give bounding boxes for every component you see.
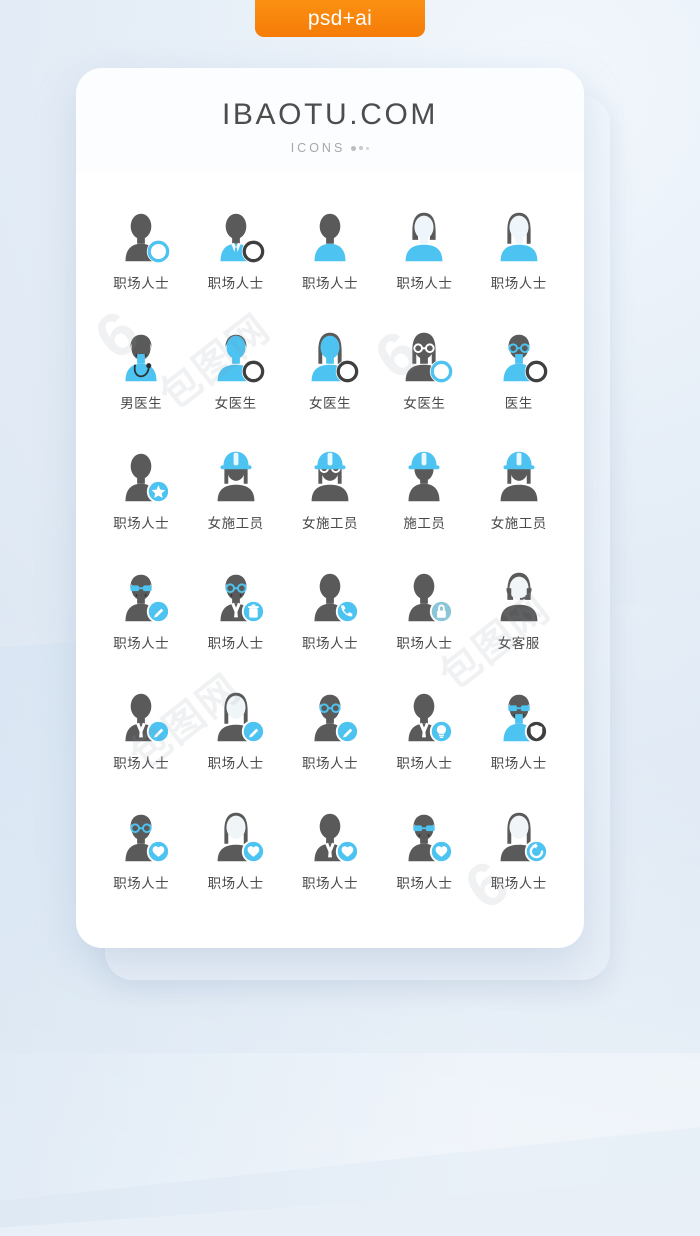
worker-female-helmet-long-icon [500, 451, 538, 502]
card-subtitle-label: ICONS [290, 141, 346, 155]
person-suit-bulb-badge-icon [408, 693, 454, 744]
icon-label: 职场人士 [396, 636, 453, 652]
icon-label: 女施工员 [490, 516, 547, 532]
icon-cell[interactable]: 职场人士 [94, 565, 188, 667]
format-badge: psd+ai [255, 0, 425, 37]
icon-label: 职场人士 [207, 756, 264, 772]
icon-cell[interactable]: 职场人士 [472, 805, 566, 907]
worker-male-helmet-icon [408, 451, 440, 502]
person-glasses-heart-badge-icon [125, 814, 171, 864]
person-male-circle-badge-icon [125, 213, 171, 264]
icon-label: 职场人士 [396, 756, 453, 772]
icon-label: 职场人士 [113, 276, 170, 292]
icon-label: 职场人士 [490, 756, 547, 772]
icon-cell[interactable]: 职场人士 [283, 685, 377, 787]
person-suit-heart-badge-icon [314, 813, 360, 864]
support-agent-headset-icon [500, 572, 538, 622]
icon-cell[interactable]: 医生 [472, 325, 566, 427]
icon-cell[interactable]: 职场人士 [94, 205, 188, 307]
icon-cell[interactable]: 女客服 [472, 565, 566, 667]
card-header: IBAOTU.COM ICONS [76, 68, 584, 171]
icon-cell[interactable]: 职场人士 [94, 805, 188, 907]
person-suit-pencil-badge-icon [125, 693, 171, 744]
icon-cell[interactable]: 施工员 [377, 445, 471, 547]
icon-label: 职场人士 [301, 276, 358, 292]
icon-label: 职场人士 [207, 876, 264, 892]
icon-cell[interactable]: 职场人士 [188, 685, 282, 787]
person-mustache-shield-badge-icon [503, 694, 548, 744]
icon-cell[interactable]: 职场人士 [377, 205, 471, 307]
icon-cell[interactable]: 女施工员 [188, 445, 282, 547]
person-phone-badge-icon [314, 573, 360, 624]
icon-label: 职场人士 [207, 276, 264, 292]
icon-cell[interactable]: 职场人士 [283, 205, 377, 307]
icon-cell[interactable]: 职场人士 [472, 205, 566, 307]
person-suit-circle-badge-icon [220, 213, 265, 264]
icon-label: 职场人士 [207, 636, 264, 652]
icon-label: 男医生 [120, 396, 163, 412]
person-female-pencil-badge-icon [217, 692, 265, 744]
icon-label: 职场人士 [301, 876, 358, 892]
icon-label: 女医生 [214, 396, 257, 412]
icon-label: 施工员 [403, 516, 446, 532]
icon-cell[interactable]: 女施工员 [283, 445, 377, 547]
doctor-female-glasses-badge-icon [405, 332, 454, 384]
icon-label: 职场人士 [490, 276, 547, 292]
icon-label: 女医生 [403, 396, 446, 412]
icon-cell[interactable]: 职场人士 [188, 565, 282, 667]
icon-label: 女施工员 [207, 516, 264, 532]
icon-label: 女施工员 [301, 516, 358, 532]
icon-cell[interactable]: 女医生 [188, 325, 282, 427]
icon-cell[interactable]: 职场人士 [94, 445, 188, 547]
worker-female-helmet-icon [217, 451, 254, 502]
icon-cell[interactable]: 男医生 [94, 325, 188, 427]
icon-cell[interactable]: 职场人士 [283, 805, 377, 907]
icon-label: 职场人士 [396, 876, 453, 892]
icon-cell[interactable]: 职场人士 [94, 685, 188, 787]
icon-cell[interactable]: 职场人士 [283, 565, 377, 667]
card-subtitle: ICONS [291, 141, 370, 155]
person-glasses-pencil-badge-icon [314, 694, 360, 744]
icon-cell[interactable]: 职场人士 [188, 205, 282, 307]
icon-cell[interactable]: 职场人士 [377, 685, 471, 787]
person-female-refresh-badge-icon [500, 812, 548, 864]
person-female-heart-badge-icon [217, 812, 265, 864]
person-glasses-trash-badge-icon [220, 574, 265, 624]
person-female-longhair-icon [500, 212, 538, 262]
person-lock-badge-icon [408, 573, 454, 624]
doctor-female-circle-badge-icon [217, 334, 265, 384]
icon-cell[interactable]: 女医生 [283, 325, 377, 427]
doctor-male-stethoscope-icon [125, 334, 157, 382]
icon-set-card: IBAOTU.COM ICONS 职场人士 职场人士 职场人士 职场人士 职场人士… [76, 68, 584, 948]
icon-label: 职场人士 [113, 636, 170, 652]
person-sunglasses-pencil-badge-icon [125, 574, 171, 624]
person-star-badge-icon [125, 453, 171, 504]
icon-cell[interactable]: 职场人士 [472, 685, 566, 787]
worker-female-helmet-glasses-icon [311, 451, 349, 502]
icon-label: 职场人士 [396, 276, 453, 292]
doctor-glasses-circle-badge-icon [503, 334, 548, 384]
icon-cell[interactable]: 职场人士 [188, 805, 282, 907]
page-title: IBAOTU.COM [221, 98, 438, 131]
icon-cell[interactable]: 职场人士 [377, 805, 471, 907]
icon-label: 职场人士 [490, 876, 547, 892]
icon-label: 职场人士 [113, 516, 170, 532]
icon-label: 女客服 [497, 636, 540, 652]
doctor-female-longhair-badge-icon [311, 332, 360, 384]
icon-label: 职场人士 [301, 756, 358, 772]
icon-grid: 职场人士 职场人士 职场人士 职场人士 职场人士 男医生 女医生 女医生 女医生 … [76, 171, 584, 907]
icon-cell[interactable]: 女医生 [377, 325, 471, 427]
icon-cell[interactable]: 女施工员 [472, 445, 566, 547]
icon-label: 职场人士 [113, 756, 170, 772]
icon-label: 医生 [504, 396, 533, 412]
format-badge-label: psd+ai [307, 6, 373, 30]
icon-label: 职场人士 [113, 876, 170, 892]
person-sunglasses-heart-badge-icon [408, 814, 454, 864]
icon-label: 女医生 [308, 396, 351, 412]
icon-cell[interactable]: 职场人士 [377, 565, 471, 667]
person-female-plain-icon [405, 212, 443, 262]
person-male-plain-icon [314, 213, 346, 262]
icon-label: 职场人士 [301, 636, 358, 652]
dots-decoration-icon [351, 145, 370, 151]
